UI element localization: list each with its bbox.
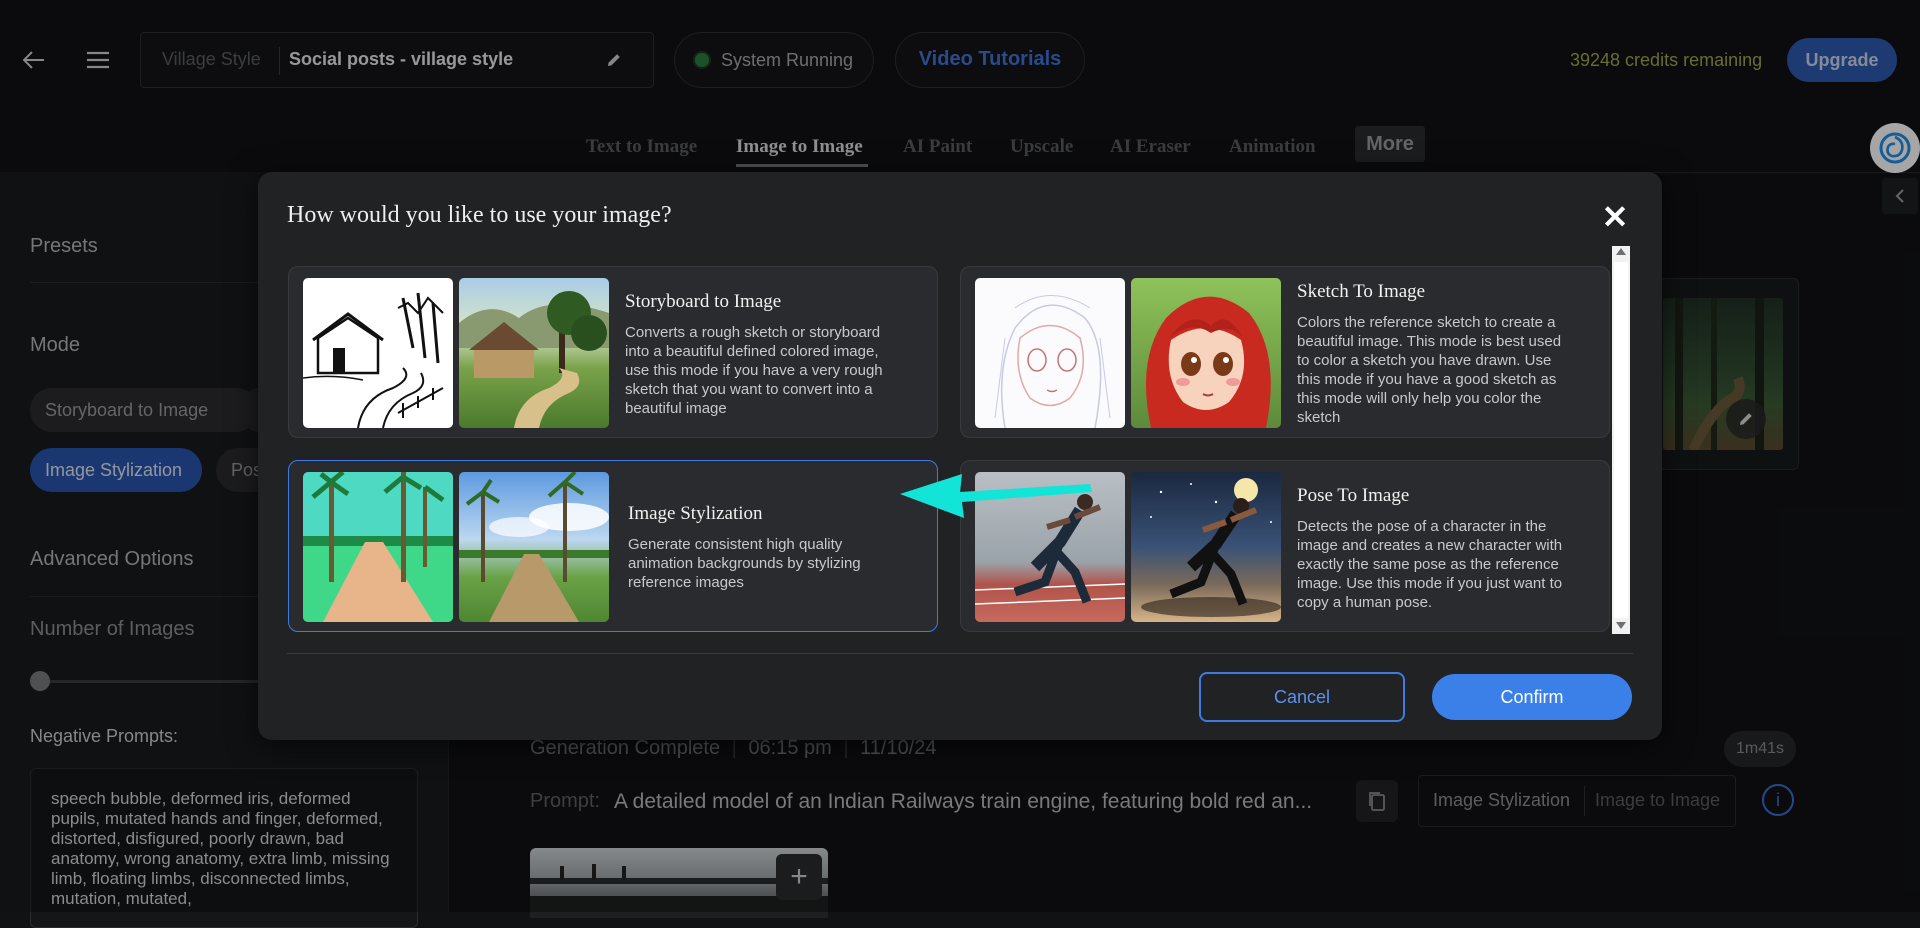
mode-card-image-stylization[interactable]: Image Stylization Generate consistent hi… <box>288 460 938 632</box>
card-title: Image Stylization <box>628 503 763 524</box>
sketch-color-image <box>1131 278 1281 428</box>
use-image-dialog: How would you like to use your image? ✕ <box>258 172 1662 740</box>
confirm-button[interactable]: Confirm <box>1432 674 1632 720</box>
reference-photo-image <box>459 472 609 622</box>
scrollbar-thumb[interactable] <box>1614 262 1628 618</box>
close-icon[interactable]: ✕ <box>1598 199 1632 235</box>
scroll-up-arrow-icon[interactable] <box>1616 248 1626 255</box>
sketch-line-image <box>975 278 1125 428</box>
storyboard-sketch-image <box>303 278 453 428</box>
card-title: Pose To Image <box>1297 485 1410 506</box>
card-description: Colors the reference sketch to create a … <box>1297 314 1562 426</box>
card-description: Detects the pose of a character in the i… <box>1297 518 1563 611</box>
dialog-divider <box>287 653 1633 654</box>
scroll-down-arrow-icon[interactable] <box>1616 622 1626 629</box>
card-description: Converts a rough sketch or storyboard in… <box>625 324 883 417</box>
card-title: Storyboard to Image <box>625 291 782 312</box>
mode-card-storyboard[interactable]: Storyboard to Image Converts a rough ske… <box>288 266 938 438</box>
annotation-arrow-icon <box>900 474 1092 518</box>
mode-card-sketch[interactable]: Sketch To Image Colors the reference ske… <box>960 266 1610 438</box>
stylized-image <box>303 472 453 622</box>
storyboard-color-image <box>459 278 609 428</box>
pose-generated-image <box>1131 472 1281 622</box>
cards-scrollbar[interactable] <box>1612 246 1630 634</box>
dialog-title: How would you like to use your image? <box>287 202 672 228</box>
card-title: Sketch To Image <box>1297 281 1426 302</box>
cancel-button[interactable]: Cancel <box>1199 672 1405 722</box>
card-description: Generate consistent high quality animati… <box>628 536 861 591</box>
